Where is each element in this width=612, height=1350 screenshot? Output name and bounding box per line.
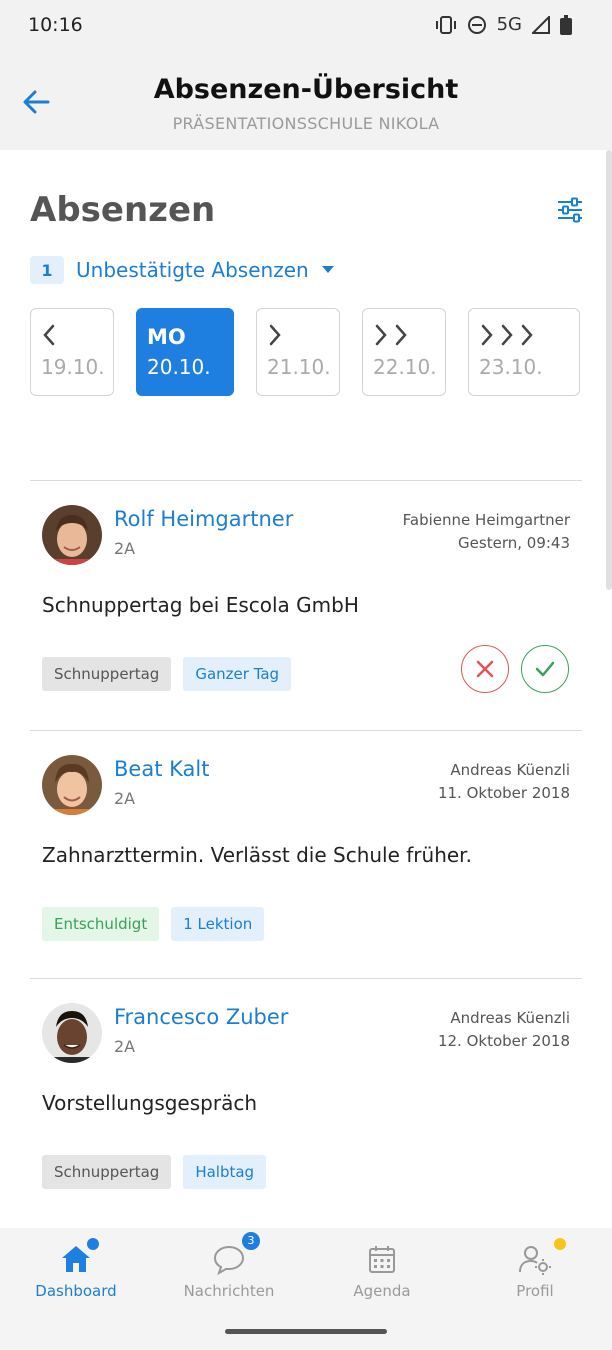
day-date: 19.10. xyxy=(41,355,105,379)
triple-arrow-right-icon xyxy=(479,323,535,349)
arrow-left-icon xyxy=(41,323,57,349)
reporter-info: Andreas Küenzli 12. Oktober 2018 xyxy=(438,1007,570,1053)
section-title: Absenzen xyxy=(30,190,216,230)
nav-messages[interactable]: 3 Nachrichten xyxy=(154,1232,304,1300)
tag-list: Schnuppertag Ganzer Tag xyxy=(42,657,292,691)
student-class: 2A xyxy=(114,539,136,558)
app-bar: Absenzen-Übersicht PRÄSENTATIONSSCHULE N… xyxy=(0,52,612,150)
nav-agenda[interactable]: Agenda xyxy=(307,1242,457,1300)
tag-list: Entschuldigt 1 Lektion xyxy=(42,907,265,941)
status-bar: 10:16 5G xyxy=(0,0,612,52)
absence-card[interactable]: Francesco Zuber 2A Andreas Küenzli 12. O… xyxy=(30,978,582,1228)
day-date: 21.10. xyxy=(267,355,331,379)
day-date: 20.10. xyxy=(147,355,211,379)
school-name: PRÄSENTATIONSSCHULE NIKOLA xyxy=(172,114,440,133)
unconfirmed-absences-toggle[interactable]: 1 Unbestätigte Absenzen xyxy=(30,256,335,284)
reported-at: 11. Oktober 2018 xyxy=(437,784,570,802)
absence-card[interactable]: Beat Kalt 2A Andreas Küenzli 11. Oktober… xyxy=(30,730,582,978)
network-label: 5G xyxy=(496,14,522,35)
day-of-week: MO xyxy=(147,325,186,349)
tag-status: Entschuldigt xyxy=(42,907,160,941)
status-icons: 5G xyxy=(435,14,572,35)
main-content[interactable]: Absenzen 1 Unbestätigte Absenzen 19.10. … xyxy=(0,150,612,1228)
reported-at: Gestern, 09:43 xyxy=(458,534,570,552)
home-indicator[interactable] xyxy=(225,1329,387,1334)
double-arrow-right-icon xyxy=(373,323,409,349)
reported-at: 12. Oktober 2018 xyxy=(437,1032,570,1050)
avatar xyxy=(42,505,102,565)
student-name[interactable]: Francesco Zuber xyxy=(114,1005,288,1029)
signal-icon xyxy=(532,15,550,34)
nav-label: Dashboard xyxy=(35,1282,117,1300)
nav-profile[interactable]: Profil xyxy=(460,1238,610,1300)
unread-count-badge: 3 xyxy=(242,1232,260,1250)
student-class: 2A xyxy=(114,789,136,808)
reporter-name: Andreas Küenzli xyxy=(450,1009,570,1027)
notification-dot xyxy=(554,1238,566,1250)
day-next-22[interactable]: 22.10. xyxy=(362,308,446,396)
reporter-info: Fabienne Heimgartner Gestern, 09:43 xyxy=(403,509,570,555)
nav-dashboard[interactable]: Dashboard xyxy=(1,1238,151,1300)
student-name[interactable]: Rolf Heimgartner xyxy=(114,507,293,531)
scrollbar[interactable] xyxy=(606,150,612,590)
day-next-21[interactable]: 21.10. xyxy=(256,308,340,396)
page-title: Absenzen-Übersicht xyxy=(153,74,459,105)
chat-icon: 3 xyxy=(212,1232,260,1276)
day-selector: 19.10. MO 20.10. 21.10. 22.10. 23.10. xyxy=(30,308,580,396)
unconfirmed-label: Unbestätigte Absenzen xyxy=(76,258,309,282)
absence-reason: Zahnarzttermin. Verlässt die Schule früh… xyxy=(42,843,472,867)
absence-card[interactable]: Rolf Heimgartner 2A Fabienne Heimgartner… xyxy=(30,480,582,730)
notification-dot xyxy=(87,1238,99,1250)
home-icon xyxy=(59,1238,99,1276)
student-class: 2A xyxy=(114,1037,136,1056)
nav-label: Agenda xyxy=(353,1282,411,1300)
reporter-name: Fabienne Heimgartner xyxy=(402,511,570,529)
tag-type: Schnuppertag xyxy=(42,1155,172,1189)
checkmark-icon xyxy=(535,661,555,677)
day-date: 23.10. xyxy=(479,355,543,379)
tag-duration: Halbtag xyxy=(183,1155,267,1189)
day-next-23[interactable]: 23.10. xyxy=(468,308,580,396)
student-name[interactable]: Beat Kalt xyxy=(114,757,209,781)
profile-settings-icon xyxy=(518,1238,566,1276)
tag-duration: 1 Lektion xyxy=(171,907,265,941)
absence-reason: Schnuppertag bei Escola GmbH xyxy=(42,593,359,617)
absence-reason: Vorstellungsgespräch xyxy=(42,1091,257,1115)
battery-icon xyxy=(560,14,572,35)
day-active-20[interactable]: MO 20.10. xyxy=(136,308,234,396)
do-not-disturb-icon xyxy=(467,15,486,34)
tag-duration: Ganzer Tag xyxy=(183,657,292,691)
arrow-right-icon xyxy=(267,323,283,349)
close-icon xyxy=(476,660,494,678)
reporter-name: Andreas Küenzli xyxy=(450,761,570,779)
reject-button[interactable] xyxy=(461,645,509,693)
day-date: 22.10. xyxy=(373,355,437,379)
caret-down-icon xyxy=(321,266,334,273)
filter-sliders-icon[interactable] xyxy=(556,196,584,224)
avatar xyxy=(42,1003,102,1063)
nav-label: Nachrichten xyxy=(183,1282,275,1300)
nav-label: Profil xyxy=(516,1282,554,1300)
calendar-icon xyxy=(365,1242,399,1276)
unconfirmed-count-badge: 1 xyxy=(30,256,64,284)
status-time: 10:16 xyxy=(28,14,83,36)
confirm-button[interactable] xyxy=(521,645,569,693)
reporter-info: Andreas Küenzli 11. Oktober 2018 xyxy=(438,759,570,805)
day-prev-19[interactable]: 19.10. xyxy=(30,308,114,396)
tag-type: Schnuppertag xyxy=(42,657,172,691)
vibrate-icon xyxy=(435,15,456,34)
avatar xyxy=(42,755,102,815)
tag-list: Schnuppertag Halbtag xyxy=(42,1155,267,1189)
